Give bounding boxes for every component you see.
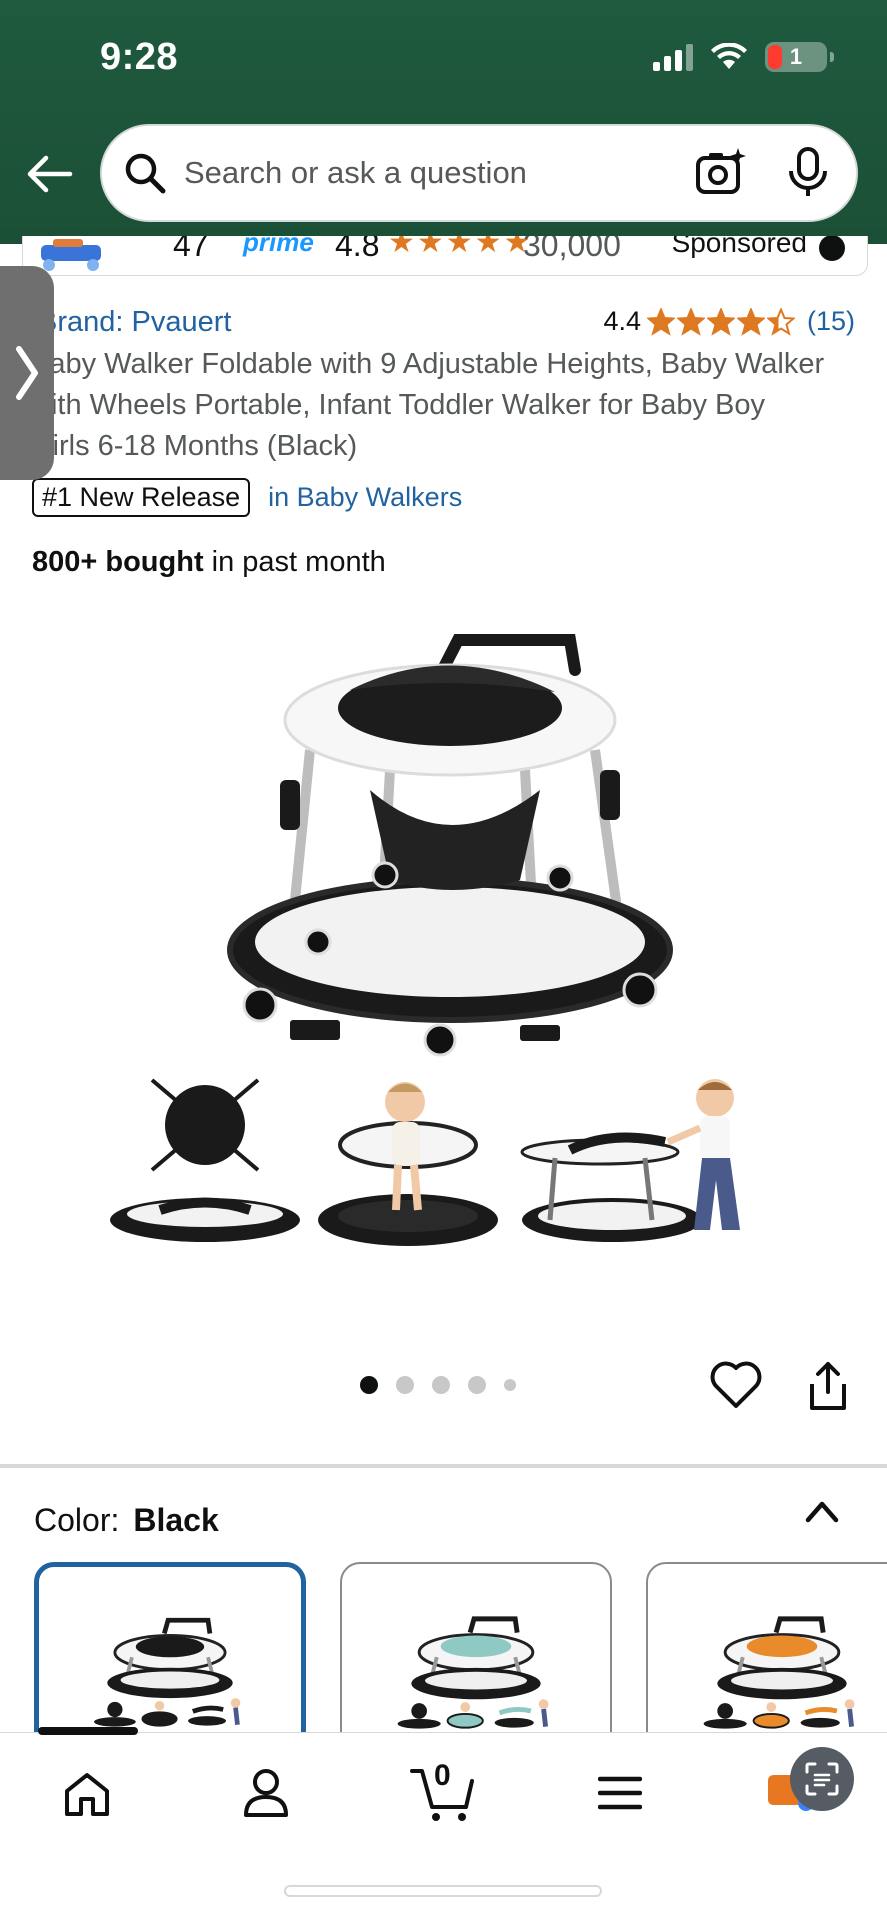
color-swatch[interactable]: [34, 1562, 306, 1732]
sponsored-stars: ★★★★★: [388, 236, 533, 259]
sponsored-product-strip[interactable]: 47 prime 4.8 ★★★★★ 30,000 Sponsored: [0, 236, 887, 278]
purchase-count-rest: in past month: [203, 546, 386, 578]
chevron-up-icon[interactable]: [802, 1496, 842, 1526]
rating-value: 4.4: [603, 306, 641, 336]
star-icon: [706, 307, 735, 336]
cellular-signal-icon: [653, 43, 693, 71]
carousel-dot[interactable]: [504, 1379, 516, 1391]
app-header: 9:28 1 Search or ask a question: [0, 0, 887, 244]
back-arrow-icon[interactable]: [24, 148, 76, 200]
sponsored-count: 47: [173, 236, 209, 263]
color-swatch-list: [34, 1562, 887, 1732]
star-icon: [736, 307, 765, 336]
color-selector-label: Color: Black: [34, 1502, 219, 1539]
home-icon[interactable]: [62, 1769, 112, 1819]
purchase-count-strong: 800+ bought: [32, 546, 204, 578]
wifi-icon: [711, 43, 747, 69]
sponsored-rating: 4.8: [335, 236, 380, 263]
sponsored-thumbnail: [41, 239, 101, 271]
heart-icon[interactable]: [710, 1360, 762, 1410]
share-icon[interactable]: [804, 1360, 852, 1412]
star-icon: [676, 307, 705, 336]
lens-scan-button[interactable]: [790, 1747, 854, 1811]
active-tab-indicator: [38, 1727, 138, 1735]
status-icons: 1: [653, 42, 834, 72]
brand-link[interactable]: Brand: Pvauert: [38, 306, 231, 339]
carousel-dot[interactable]: [468, 1376, 486, 1394]
color-swatch[interactable]: [646, 1562, 887, 1732]
product-image-carousel[interactable]: [0, 590, 887, 1280]
carousel-dot[interactable]: [360, 1376, 378, 1394]
purchase-count: 800+ bought in past month: [32, 546, 386, 579]
menu-icon[interactable]: [598, 1773, 642, 1813]
home-indicator: [284, 1885, 602, 1897]
new-release-badge: #1 New Release: [32, 478, 251, 517]
search-icon: [125, 153, 166, 194]
swatch-image: [94, 1617, 241, 1727]
search-bar[interactable]: Search or ask a question: [100, 124, 858, 222]
chevron-right-icon: [16, 346, 38, 400]
selected-color: Black: [133, 1502, 219, 1538]
carousel-pagination[interactable]: [360, 1376, 516, 1394]
color-label-text: Color:: [34, 1502, 120, 1538]
camera-search-icon[interactable]: [694, 146, 748, 200]
section-divider: [0, 1464, 887, 1468]
prime-badge: prime: [243, 236, 314, 257]
swatch-image: [703, 1616, 855, 1729]
color-swatch[interactable]: [340, 1562, 612, 1732]
search-input[interactable]: Search or ask a question: [184, 155, 694, 191]
cart-count: 0: [434, 1759, 451, 1792]
sponsored-review-count: 30,000: [523, 236, 621, 263]
sponsored-card[interactable]: 47 prime 4.8 ★★★★★ 30,000 Sponsored: [22, 236, 868, 276]
product-title: Baby Walker Foldable with 9 Adjustable H…: [30, 348, 825, 462]
battery-icon: 1: [765, 42, 834, 72]
product-image: [227, 634, 673, 1057]
rating-count[interactable]: (15): [807, 306, 855, 337]
product-feature-thumbnails: [110, 1078, 740, 1246]
microphone-icon[interactable]: [786, 146, 830, 200]
star-icon: [646, 307, 675, 336]
battery-level: 1: [789, 44, 803, 69]
bottom-navigation: 0: [0, 1727, 887, 1920]
best-seller-badge-row[interactable]: #1 New Release in Baby Walkers: [32, 478, 462, 517]
star-icon: [766, 307, 795, 336]
badge-category-link[interactable]: in Baby Walkers: [268, 482, 462, 513]
carousel-dot[interactable]: [396, 1376, 414, 1394]
status-time: 9:28: [100, 36, 179, 78]
rating-summary[interactable]: 4.4 (15): [603, 306, 855, 337]
info-icon[interactable]: [819, 236, 845, 261]
carousel-dot[interactable]: [432, 1376, 450, 1394]
sponsored-label: Sponsored: [671, 236, 807, 258]
account-icon[interactable]: [242, 1767, 290, 1819]
rating-stars: [646, 307, 795, 336]
scan-icon: [805, 1762, 839, 1796]
side-panel-handle[interactable]: [0, 266, 54, 480]
swatch-image: [397, 1616, 549, 1729]
